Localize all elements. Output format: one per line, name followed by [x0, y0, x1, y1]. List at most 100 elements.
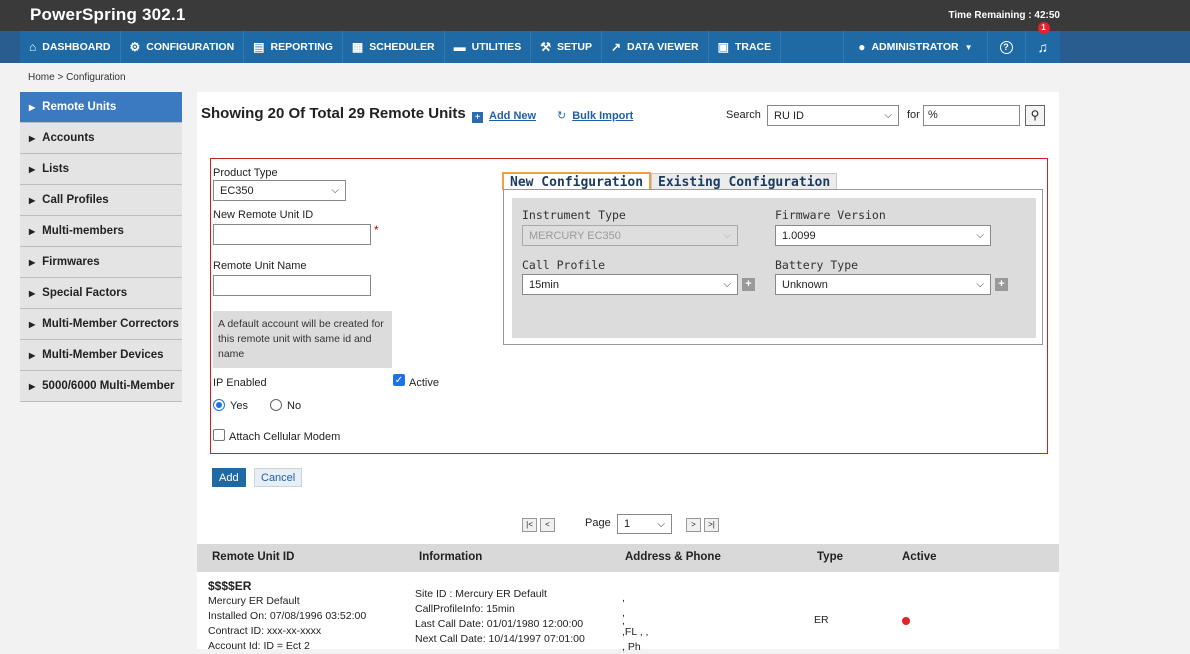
name-label: Remote Unit Name: [213, 260, 307, 272]
sidebar-item-multi-member-correctors[interactable]: ▶ Multi-Member Correctors: [20, 309, 182, 340]
call-profile-info: CallProfileInfo: 15min: [415, 603, 515, 615]
nav-label: TRACE: [734, 41, 772, 53]
sidebar-item-label: Lists: [42, 163, 69, 175]
table-header: Remote Unit ID Information Address & Pho…: [197, 544, 1059, 572]
plus-icon: +: [472, 112, 483, 123]
battery-label: Battery Type: [775, 258, 859, 272]
bulk-import-link[interactable]: ↻ Bulk Import: [557, 108, 633, 122]
caret-right-icon: ▶: [29, 164, 36, 174]
add-call-profile-button[interactable]: +: [742, 278, 755, 291]
search-label: Search: [726, 109, 761, 121]
nav-setup[interactable]: ⚒ SETUP: [531, 31, 602, 63]
chart-icon: ↗: [610, 40, 622, 54]
product-type-label: Product Type: [213, 167, 278, 179]
nav-trace[interactable]: ▣ TRACE: [709, 31, 782, 63]
gear-icon: ⚙: [129, 40, 141, 54]
trace-icon: ▣: [717, 40, 729, 54]
firmware-select[interactable]: 1.0099 ⌵: [775, 225, 991, 246]
import-icon: ↻: [557, 110, 567, 122]
sidebar-item-label: Accounts: [42, 132, 95, 144]
add-battery-button[interactable]: +: [995, 278, 1008, 291]
sidebar-item-firmwares[interactable]: ▶ Firmwares: [20, 247, 182, 278]
sidebar-item-5000-6000-multi-member[interactable]: ▶ 5000/6000 Multi-Member: [20, 371, 182, 402]
add-new-label: Add New: [489, 110, 537, 122]
column-header[interactable]: Remote Unit ID: [212, 551, 294, 563]
sidebar-item-multi-member-devices[interactable]: ▶ Multi-Member Devices: [20, 340, 182, 371]
instrument-type-label: Instrument Type: [522, 208, 626, 222]
column-header[interactable]: Active: [902, 551, 937, 563]
help-button[interactable]: ?: [988, 31, 1026, 63]
nav-dashboard[interactable]: ⌂ DASHBOARD: [20, 31, 121, 63]
ip-no-radio[interactable]: [270, 399, 282, 411]
notification-badge: 1: [1037, 22, 1050, 34]
nav-configuration[interactable]: ⚙ CONFIGURATION: [121, 31, 245, 63]
cancel-button[interactable]: Cancel: [254, 468, 303, 487]
search-button[interactable]: ⚲: [1025, 105, 1045, 126]
chevron-down-icon: ⌵: [657, 518, 665, 530]
notifications-button[interactable]: ♫ 1: [1026, 22, 1061, 63]
main-content: Showing 20 Of Total 29 Remote Units + Add…: [197, 92, 1059, 653]
new-remote-unit-form: Product Type EC350 ⌵ New Remote Unit ID *…: [210, 158, 1048, 454]
sidebar-item-lists[interactable]: ▶ Lists: [20, 154, 182, 185]
call-profile-label: Call Profile: [522, 258, 606, 272]
caret-right-icon: ▶: [29, 381, 36, 391]
required-marker: *: [374, 223, 379, 237]
app-title: PowerSpring 302.1: [30, 5, 186, 24]
sidebar-item-label: Call Profiles: [42, 194, 109, 206]
battery-value: Unknown: [782, 278, 828, 291]
nav-spacer: [781, 31, 845, 63]
call-profile-select[interactable]: 15min ⌵: [522, 274, 738, 295]
add-button[interactable]: Add: [212, 468, 246, 487]
remote-unit-id[interactable]: $$$$ER: [208, 579, 251, 593]
home-icon: ⌂: [29, 40, 37, 54]
unit-type: ER: [814, 614, 829, 626]
sidebar-item-call-profiles[interactable]: ▶ Call Profiles: [20, 185, 182, 216]
sidebar-item-special-factors[interactable]: ▶ Special Factors: [20, 278, 182, 309]
page-select[interactable]: 1 ⌵: [617, 514, 672, 534]
nav-scheduler[interactable]: ▦ SCHEDULER: [343, 31, 445, 63]
default-account-note: A default account will be created for th…: [213, 311, 392, 368]
toolbox-icon: ▬: [453, 40, 466, 54]
nav-label: DATA VIEWER: [627, 41, 699, 53]
calendar-icon: ▦: [351, 40, 364, 54]
nav-label: REPORTING: [270, 41, 333, 53]
chevron-down-icon: ⌵: [723, 230, 731, 241]
battery-select[interactable]: Unknown ⌵: [775, 274, 991, 295]
page-title: Showing 20 Of Total 29 Remote Units: [201, 105, 466, 122]
last-page-button[interactable]: >|: [704, 518, 719, 532]
nav-utilities[interactable]: ▬ UTILITIES: [445, 31, 532, 63]
nav-data-viewer[interactable]: ↗ DATA VIEWER: [602, 31, 709, 63]
column-header[interactable]: Type: [817, 551, 843, 563]
prev-page-button[interactable]: <: [540, 518, 555, 532]
next-call-date: Next Call Date: 10/14/1997 07:01:00: [415, 633, 585, 645]
chevron-down-icon: ⌵: [976, 279, 984, 290]
search-field-select[interactable]: RU ID ⌵: [767, 105, 899, 126]
column-header[interactable]: Address & Phone: [625, 551, 721, 563]
sidebar-item-multi-members[interactable]: ▶ Multi-members: [20, 216, 182, 247]
new-remote-unit-id-input[interactable]: [213, 224, 371, 245]
add-new-link[interactable]: + Add New: [472, 108, 536, 123]
search-input[interactable]: %: [923, 105, 1020, 126]
breadcrumb: Home > Configuration: [28, 72, 126, 83]
column-header[interactable]: Information: [419, 551, 482, 563]
attach-modem-checkbox[interactable]: [213, 429, 225, 441]
sidebar-item-remote-units[interactable]: ▶ Remote Units: [20, 92, 182, 123]
caret-right-icon: ▶: [29, 226, 36, 236]
product-type-select[interactable]: EC350 ⌵: [213, 180, 346, 201]
help-icon: ?: [999, 40, 1013, 54]
user-menu[interactable]: ● ADMINISTRATOR ▼: [844, 31, 988, 63]
next-page-button[interactable]: >: [686, 518, 701, 532]
ip-yes-radio[interactable]: [213, 399, 225, 411]
remote-unit-name-input[interactable]: [213, 275, 371, 296]
nav-reporting[interactable]: ▤ REPORTING: [244, 31, 343, 63]
user-icon: ●: [858, 40, 866, 54]
chevron-down-icon: ⌵: [884, 110, 892, 121]
table-row[interactable]: $$$$ER Mercury ER Default Installed On: …: [197, 572, 1059, 653]
wrench-icon: ⚒: [540, 40, 551, 54]
sidebar-item-accounts[interactable]: ▶ Accounts: [20, 123, 182, 154]
address-line: ,FL , ,: [622, 626, 649, 638]
no-label: No: [287, 400, 302, 412]
first-page-button[interactable]: |<: [522, 518, 537, 532]
active-checkbox[interactable]: ✓: [393, 374, 405, 386]
tab-new-configuration[interactable]: New Configuration: [502, 172, 652, 190]
